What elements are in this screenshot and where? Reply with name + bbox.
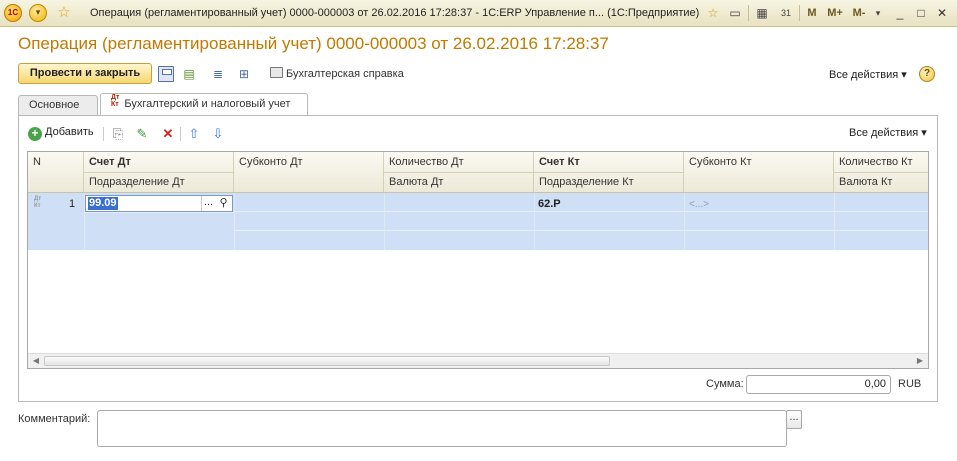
memory-m-minus-button[interactable]: M-: [851, 4, 867, 22]
toolbar-separator: [748, 5, 749, 21]
column-header-valuta-kt[interactable]: Валюта Кт: [834, 172, 928, 192]
column-header-kolvo-dt[interactable]: Количество Дт: [384, 152, 534, 172]
column-header-n[interactable]: N: [28, 152, 84, 192]
entries-table: N Счет Дт Подразделение Дт Субконто Дт К…: [27, 151, 929, 369]
main-menu-icon[interactable]: ▾: [29, 4, 47, 22]
select-ellipsis-button[interactable]: ...: [201, 196, 215, 211]
comment-label: Комментарий:: [18, 413, 91, 425]
move-up-icon[interactable]: ⇧: [186, 126, 202, 142]
help-icon[interactable]: ?: [919, 66, 935, 82]
form-command-bar: Провести и закрыть ▤ ≣ ⊞ Бухгалтерская с…: [18, 63, 938, 85]
toolbar-separator: [180, 127, 181, 141]
tab-accounting[interactable]: Дт Кт Бухгалтерский и налоговый учет: [100, 93, 308, 116]
delete-icon[interactable]: ✕: [160, 126, 176, 142]
print-label: Бухгалтерская справка: [286, 68, 404, 80]
add-label: Добавить: [45, 126, 94, 138]
post-and-close-button[interactable]: Провести и закрыть: [18, 63, 152, 84]
toolbar-separator: [103, 127, 104, 141]
save-icon[interactable]: [158, 66, 174, 82]
row-divider: [234, 211, 928, 212]
tab-bar: Основное Дт Кт Бухгалтерский и налоговый у…: [18, 93, 938, 116]
window-title-bar: 1С ▾ ☆ Операция (регламентированный учет…: [0, 0, 957, 27]
schet-dt-input[interactable]: 99.09 ... ⚲: [85, 195, 233, 212]
calculator-icon[interactable]: ▦: [754, 4, 770, 22]
history-icon[interactable]: ▭: [727, 4, 743, 22]
toolbar-separator: [799, 5, 800, 21]
scroll-left-icon[interactable]: ◀: [30, 356, 42, 366]
scroll-right-icon[interactable]: ▶: [914, 356, 926, 366]
row-divider: [234, 230, 928, 231]
maximize-button[interactable]: □: [914, 4, 928, 22]
col-divider: [384, 193, 385, 250]
table-header: N Счет Дт Подразделение Дт Субконто Дт К…: [28, 152, 928, 193]
header-divider: [834, 172, 928, 173]
plus-icon: +: [28, 127, 42, 141]
1c-logo-icon[interactable]: 1С: [4, 4, 22, 22]
dt-kt-icon: Дт Кт: [34, 196, 42, 209]
form-title: Операция (регламентированный учет) 0000-…: [18, 34, 609, 53]
all-actions-menu[interactable]: Все действия ▾: [829, 68, 907, 81]
comment-input[interactable]: [97, 410, 787, 447]
close-button[interactable]: ✕: [935, 4, 949, 22]
calendar-icon[interactable]: 31: [778, 4, 794, 22]
move-down-icon[interactable]: ⇩: [210, 126, 226, 142]
column-header-podrazd-kt[interactable]: Подразделение Кт: [534, 172, 684, 192]
post-document-icon[interactable]: ▤: [181, 66, 197, 82]
header-divider: [84, 172, 234, 173]
add-favorite-icon[interactable]: ☆: [704, 4, 722, 22]
col-divider: [534, 193, 535, 250]
column-header-schet-dt[interactable]: Счет Дт: [84, 152, 234, 172]
sum-label: Сумма:: [706, 378, 744, 390]
grid-toolbar: + Добавить ⎘ ✎ ✕ ⇧ ⇩ Все действия ▾: [28, 124, 928, 144]
column-header-podrazd-dt[interactable]: Подразделение Дт: [84, 172, 234, 192]
column-header-subkonto-dt[interactable]: Субконто Дт: [234, 152, 384, 192]
tab-main[interactable]: Основное: [18, 95, 98, 115]
column-header-valuta-dt[interactable]: Валюта Дт: [384, 172, 534, 192]
minimize-button[interactable]: _: [893, 4, 907, 22]
column-header-schet-kt[interactable]: Счет Кт: [534, 152, 684, 172]
col-divider: [684, 193, 685, 250]
sum-currency: RUB: [898, 378, 922, 390]
row-number: 1: [69, 198, 76, 210]
chevron-down-icon[interactable]: ▾: [872, 4, 884, 22]
row-divider: [84, 212, 234, 213]
printer-icon: [270, 67, 283, 78]
scrollbar-thumb[interactable]: [44, 356, 610, 366]
structure-icon[interactable]: ⊞: [236, 66, 252, 82]
window-title: Операция (регламентированный учет) 0000-…: [90, 7, 700, 19]
subkonto-kt-cell[interactable]: <...>: [689, 199, 709, 210]
tab-accounting-label: Бухгалтерский и налоговый учет: [124, 98, 291, 110]
column-header-subkonto-kt[interactable]: Субконто Кт: [684, 152, 834, 192]
horizontal-scrollbar[interactable]: ◀ ▶: [28, 353, 928, 368]
edit-pencil-icon[interactable]: ✎: [134, 126, 150, 142]
add-row-button[interactable]: + Добавить: [28, 126, 94, 141]
search-icon[interactable]: ⚲: [216, 196, 231, 211]
sum-field: 0,00: [746, 375, 891, 394]
dt-kt-icon: Дт Кт: [111, 94, 120, 108]
schet-kt-cell[interactable]: 62.Р: [538, 198, 561, 210]
col-divider: [234, 193, 235, 250]
comment-ellipsis-button[interactable]: ...: [786, 410, 802, 429]
memory-m-button[interactable]: M: [806, 4, 818, 22]
favorites-star-icon[interactable]: ☆: [55, 4, 73, 22]
memory-m-plus-button[interactable]: M+: [826, 4, 844, 22]
header-divider: [384, 172, 684, 173]
grid-all-actions-menu[interactable]: Все действия ▾: [849, 126, 927, 139]
copy-icon[interactable]: ⎘: [110, 126, 126, 142]
column-header-kolvo-kt[interactable]: Количество Кт: [834, 152, 928, 172]
col-divider: [834, 193, 835, 250]
list-icon[interactable]: ≣: [210, 66, 226, 82]
schet-dt-value: 99.09: [88, 197, 118, 210]
print-accounting-certificate-button[interactable]: Бухгалтерская справка: [270, 67, 404, 80]
